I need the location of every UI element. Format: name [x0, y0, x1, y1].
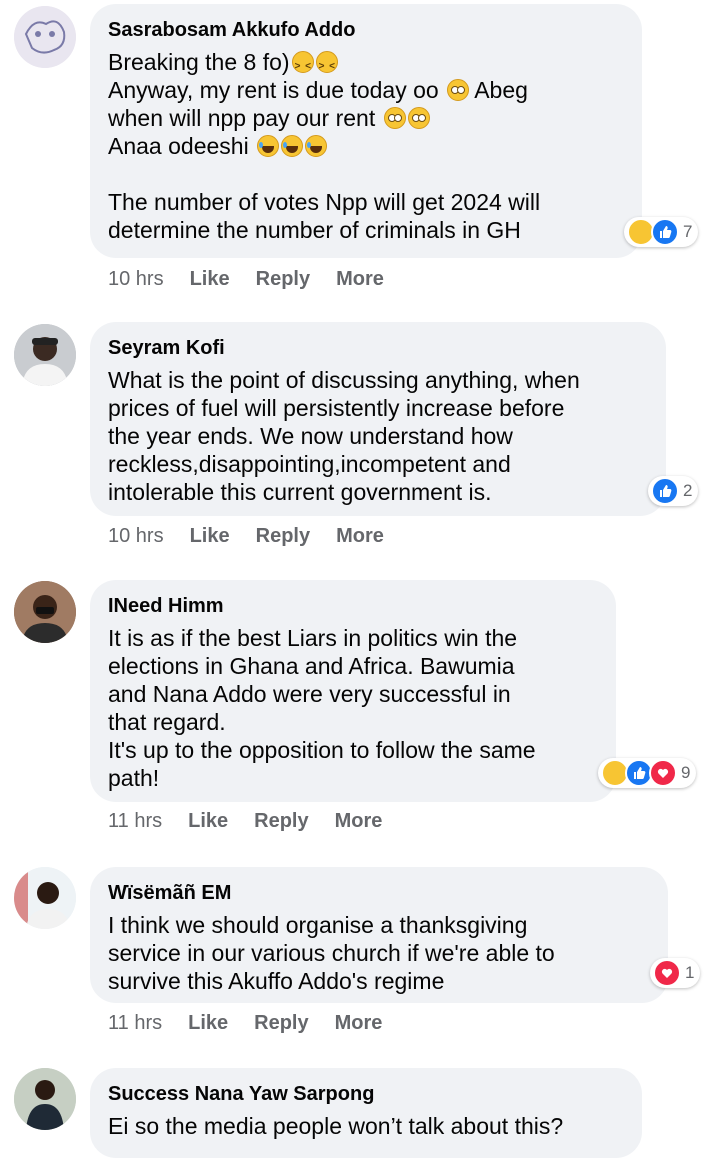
reaction-count: 7 [683, 222, 693, 241]
comment-line: What is the point of discussing anything… [108, 367, 580, 393]
comment-bubble: Wïsëmãñ EM I think we should organise a … [90, 867, 668, 1003]
tears-of-joy-emoji [281, 135, 304, 157]
like-button[interactable]: Like [190, 268, 230, 291]
timestamp[interactable]: 11 hrs [108, 810, 162, 833]
eye-roll-emoji [447, 79, 470, 101]
reply-button[interactable]: Reply [254, 810, 308, 833]
comment-line: service in our various church if we're a… [108, 940, 555, 966]
comment-line: I think we should organise a thanksgivin… [108, 912, 528, 938]
timestamp[interactable]: 10 hrs [108, 525, 164, 548]
like-icon [651, 477, 679, 505]
comment-bubble: Seyram Kofi What is the point of discuss… [90, 322, 666, 516]
comment-line: Breaking the 8 fo) [108, 48, 624, 81]
more-button[interactable]: More [336, 525, 384, 548]
more-button[interactable]: More [336, 268, 384, 291]
like-button[interactable]: Like [188, 810, 228, 833]
comment-line: elections in Ghana and Africa. Bawumia [108, 653, 515, 679]
comment-author[interactable]: INeed Himm [108, 594, 598, 618]
avatar[interactable] [14, 581, 76, 643]
comment-line: reckless,disappointing,incompetent and [108, 451, 511, 477]
comment-bubble: INeed Himm It is as if the best Liars in… [90, 580, 616, 802]
comment-line: prices of fuel will persistently increas… [108, 395, 565, 421]
comment-bubble: Success Nana Yaw Sarpong Ei so the media… [90, 1068, 642, 1158]
comment-line: that regard. [108, 709, 226, 735]
like-icon [651, 218, 679, 246]
tears-of-joy-emoji [257, 135, 280, 157]
eye-roll-emoji [383, 107, 406, 129]
avatar[interactable] [14, 1068, 76, 1130]
heart-icon [653, 959, 681, 987]
like-button[interactable]: Like [190, 525, 230, 548]
heart-icon [649, 759, 677, 787]
comment-line: Anaa odeeshi [108, 132, 624, 160]
comment-line: Anyway, my rent is due today oo Abeg [108, 77, 528, 103]
laughing-squint-emoji [291, 51, 314, 81]
comment-line: It's up to the opposition to follow the … [108, 737, 536, 763]
reaction-count: 9 [681, 763, 691, 782]
comment-actions: 11 hrs Like Reply More [108, 1012, 408, 1035]
timestamp[interactable]: 10 hrs [108, 268, 164, 291]
comment-line: when will npp pay our rent [108, 104, 624, 132]
comment-line: It is as if the best Liars in politics w… [108, 625, 518, 651]
comment-actions: 11 hrs Like Reply More [108, 810, 408, 833]
eye-roll-emoji [407, 107, 430, 129]
comment-author[interactable]: Seyram Kofi [108, 336, 648, 360]
avatar[interactable] [14, 867, 76, 929]
reaction-summary[interactable]: 1 [650, 958, 701, 988]
reaction-count: 2 [683, 481, 693, 500]
comment-line: determine the number of criminals in GH [108, 217, 521, 243]
reply-button[interactable]: Reply [256, 268, 310, 291]
comment-actions: 10 hrs Like Reply More [108, 525, 410, 548]
comment-line: intolerable this current government is. [108, 479, 492, 505]
more-button[interactable]: More [335, 1012, 383, 1035]
like-button[interactable]: Like [188, 1012, 228, 1035]
comment-bubble: Sasrabosam Akkufo Addo Breaking the 8 fo… [90, 4, 642, 258]
reply-button[interactable]: Reply [254, 1012, 308, 1035]
reply-button[interactable]: Reply [256, 525, 310, 548]
comment-line: The number of votes Npp will get 2024 wi… [108, 189, 541, 215]
reaction-summary[interactable]: 9 [598, 758, 697, 788]
reaction-summary[interactable]: 2 [648, 476, 699, 506]
more-button[interactable]: More [335, 810, 383, 833]
avatar[interactable] [14, 6, 76, 68]
laughing-squint-emoji [315, 51, 338, 81]
comment-line: the year ends. We now understand how [108, 423, 513, 449]
comment-author[interactable]: Success Nana Yaw Sarpong [108, 1082, 624, 1106]
reaction-count: 1 [685, 963, 695, 982]
reaction-summary[interactable]: 7 [624, 217, 699, 247]
comment-actions: 10 hrs Like Reply More [108, 268, 410, 291]
comment-line: and Nana Addo were very successful in [108, 681, 511, 707]
comment-author[interactable]: Sasrabosam Akkufo Addo [108, 18, 624, 42]
comment-line: Ei so the media people won’t talk about … [108, 1113, 564, 1139]
comment-line: survive this Akuffo Addo's regime [108, 968, 445, 994]
avatar[interactable] [14, 324, 76, 386]
timestamp[interactable]: 11 hrs [108, 1012, 162, 1035]
comment-author[interactable]: Wïsëmãñ EM [108, 881, 650, 905]
tears-of-joy-emoji [305, 135, 328, 157]
comment-line: path! [108, 765, 160, 791]
